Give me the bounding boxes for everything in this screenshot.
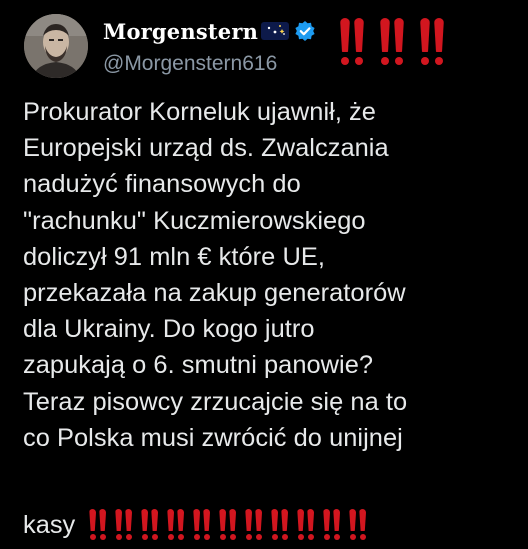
double-exclamation-icon bbox=[349, 509, 367, 541]
header-exclamation-group bbox=[340, 18, 444, 66]
double-exclamation-icon bbox=[297, 509, 315, 541]
tweet-text: Prokurator Korneluk ujawnił, że Europejs… bbox=[23, 98, 408, 452]
tweet-last-line: kasy bbox=[23, 507, 367, 543]
verified-badge-icon[interactable] bbox=[294, 20, 316, 42]
trailing-exclamation-group bbox=[89, 509, 367, 541]
tweet-last-word: kasy bbox=[23, 511, 76, 539]
author-name-row: Morgenstern bbox=[103, 14, 316, 48]
double-exclamation-icon bbox=[115, 509, 133, 541]
tweet-card: Morgenstern @Morgenstern616 Prokurator K… bbox=[0, 0, 528, 549]
double-exclamation-icon bbox=[89, 509, 107, 541]
double-exclamation-icon bbox=[380, 18, 404, 66]
double-exclamation-icon bbox=[323, 509, 341, 541]
double-exclamation-icon bbox=[420, 18, 444, 66]
night-sky-icon bbox=[260, 20, 290, 42]
display-name[interactable]: Morgenstern bbox=[103, 19, 258, 44]
double-exclamation-icon bbox=[219, 509, 237, 541]
avatar[interactable] bbox=[24, 14, 88, 78]
double-exclamation-icon bbox=[193, 509, 211, 541]
double-exclamation-icon bbox=[271, 509, 289, 541]
double-exclamation-icon bbox=[340, 18, 364, 66]
double-exclamation-icon bbox=[245, 509, 263, 541]
double-exclamation-icon bbox=[141, 509, 159, 541]
author-handle[interactable]: @Morgenstern616 bbox=[103, 52, 277, 76]
double-exclamation-icon bbox=[167, 509, 185, 541]
